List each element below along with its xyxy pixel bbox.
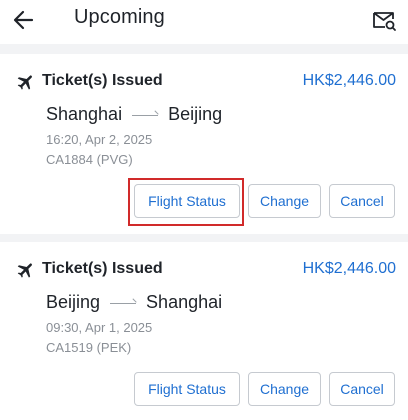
booking-price: HK$2,446.00 (302, 72, 396, 89)
back-button[interactable] (10, 6, 38, 34)
origin-city: Beijing (46, 292, 101, 312)
mail-search-icon (373, 12, 396, 31)
flight-status-button[interactable]: Flight Status (134, 372, 240, 406)
route: Shanghai Beijing (46, 104, 222, 125)
page-title: Upcoming (74, 6, 165, 28)
origin-city: Shanghai (46, 104, 123, 124)
flight-status-button[interactable]: Flight Status (134, 184, 240, 218)
mail-search-button[interactable] (370, 6, 398, 34)
booking-card[interactable]: Ticket(s) Issued HK$2,446.00 Beijing Sha… (0, 242, 408, 420)
airplane-icon (17, 263, 32, 278)
route: Beijing Shanghai (46, 292, 222, 313)
route-arrow-icon (132, 110, 159, 120)
change-button[interactable]: Change (248, 184, 321, 218)
booking-price: HK$2,446.00 (302, 260, 396, 277)
arrow-left-icon (13, 10, 34, 30)
booking-status: Ticket(s) Issued (42, 72, 163, 89)
departure-datetime: 16:20, Apr 2, 2025 (46, 132, 153, 147)
departure-datetime: 09:30, Apr 1, 2025 (46, 320, 153, 335)
destination-city: Beijing (168, 104, 223, 124)
booking-card[interactable]: Ticket(s) Issued HK$2,446.00 Shanghai Be… (0, 54, 408, 234)
cancel-button[interactable]: Cancel (329, 372, 395, 406)
destination-city: Shanghai (146, 292, 223, 312)
top-bar: Upcoming (0, 0, 408, 44)
cancel-button[interactable]: Cancel (329, 184, 395, 218)
route-arrow-icon (110, 298, 137, 308)
flight-number: CA1519 (PEK) (46, 340, 132, 355)
airplane-icon (17, 75, 32, 90)
booking-status: Ticket(s) Issued (42, 260, 163, 277)
change-button[interactable]: Change (248, 372, 321, 406)
flight-number: CA1884 (PVG) (46, 152, 133, 167)
